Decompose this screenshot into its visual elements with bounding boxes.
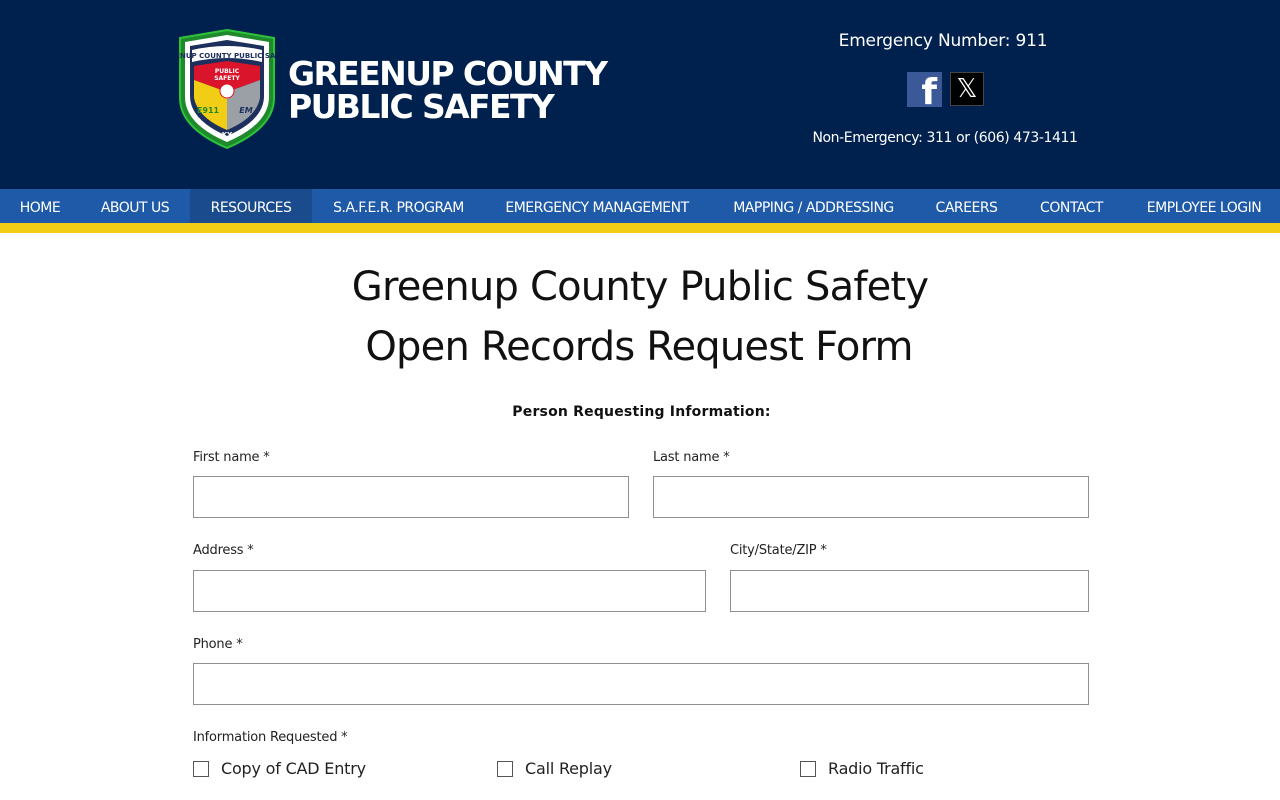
brand-line-2: PUBLIC SAFETY [288,87,555,126]
address-label: Address * [193,543,254,558]
city-state-zip-input[interactable] [730,570,1089,612]
phone-label: Phone * [193,637,243,652]
option-cad-entry[interactable]: Copy of CAD Entry [193,759,366,778]
nav-resources[interactable]: RESOURCES [190,189,312,223]
section-heading: Person Requesting Information: [512,404,771,420]
city-state-zip-label: City/State/ZIP * [730,543,827,558]
svg-text:E911: E911 [197,106,220,115]
x-twitter-icon[interactable]: 𝕏 [950,72,984,106]
checkbox-radio-traffic[interactable] [800,760,816,777]
page-title-line-2: Open Records Request Form [365,324,913,370]
county-badge-logo[interactable]: GREENUP COUNTY PUBLIC SAFETY PUBLIC SAFE… [178,28,276,150]
nav-about-us[interactable]: ABOUT US [80,189,190,223]
first-name-label: First name * [193,450,270,465]
nav-home[interactable]: HOME [0,189,80,223]
last-name-input[interactable] [653,476,1089,518]
logo-title: GREENUP COUNTY PUBLIC SAFETY [178,52,276,60]
emergency-number: Emergency Number: 911 [838,31,1048,51]
logo-state: KY [222,131,233,139]
main-nav: HOME ABOUT US RESOURCES S.A.F.E.R. PROGR… [0,189,1280,223]
social-links: f 𝕏 [907,72,984,107]
nav-accent-stripe [0,223,1280,233]
page-title-line-1: Greenup County Public Safety [351,264,929,310]
checkbox-call-replay[interactable] [497,760,513,777]
svg-text:EM: EM [239,106,252,115]
site-header: GREENUP COUNTY PUBLIC SAFETY PUBLIC SAFE… [0,0,1280,189]
site-brand[interactable]: GREENUP COUNTY PUBLIC SAFETY [288,54,608,126]
nav-emergency-management[interactable]: EMERGENCY MANAGEMENT [485,189,709,223]
nav-contact[interactable]: CONTACT [1015,189,1128,223]
option-radio-traffic[interactable]: Radio Traffic [800,759,924,778]
option-call-replay[interactable]: Call Replay [497,759,612,778]
phone-input[interactable] [193,663,1089,705]
option-call-replay-label: Call Replay [525,759,612,778]
address-input[interactable] [193,570,706,612]
checkbox-cad-entry[interactable] [193,760,209,777]
svg-text:SAFETY: SAFETY [214,75,240,82]
option-radio-traffic-label: Radio Traffic [828,759,924,778]
svg-text:PUBLIC: PUBLIC [215,68,240,75]
nav-mapping-addressing[interactable]: MAPPING / ADDRESSING [709,189,918,223]
facebook-icon[interactable]: f [907,72,942,107]
nav-careers[interactable]: CAREERS [918,189,1015,223]
information-requested-label: Information Requested * [193,730,348,745]
last-name-label: Last name * [653,450,730,465]
nav-safer-program[interactable]: S.A.F.E.R. PROGRAM [312,189,485,223]
nav-employee-login[interactable]: EMPLOYEE LOGIN [1128,189,1280,223]
option-cad-entry-label: Copy of CAD Entry [221,759,366,778]
brand-line-1: GREENUP COUNTY [288,54,608,93]
non-emergency-number: Non-Emergency: 311 or (606) 473-1411 [812,130,1078,146]
first-name-input[interactable] [193,476,629,518]
